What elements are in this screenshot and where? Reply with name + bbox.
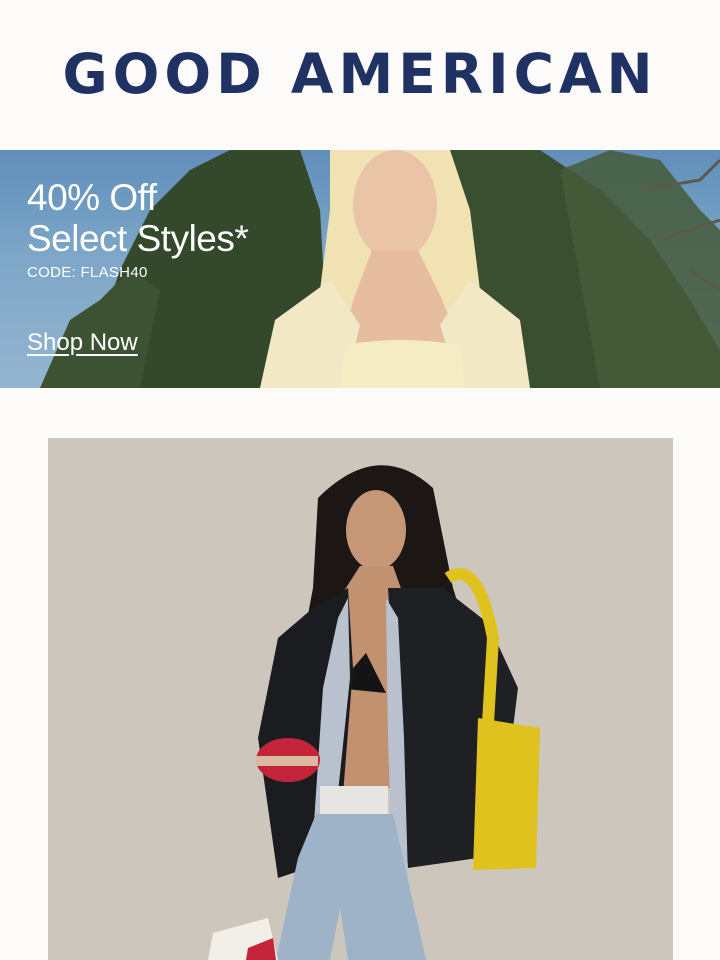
- model-outfit-image: [48, 438, 673, 960]
- email-header: GOOD AMERICAN: [0, 0, 720, 150]
- promo-banner[interactable]: 40% Off Select Styles* CODE: FLASH40 Sho…: [0, 150, 720, 388]
- product-photo[interactable]: [48, 438, 673, 960]
- promo-text-block: 40% Off Select Styles* CODE: FLASH40: [27, 177, 249, 281]
- brand-logo[interactable]: GOOD AMERICAN: [62, 42, 657, 106]
- promo-headline-line2: Select Styles*: [27, 218, 249, 259]
- section-spacer: [0, 388, 720, 438]
- shop-now-link[interactable]: Shop Now: [27, 329, 138, 357]
- promo-headline-line1: 40% Off: [27, 177, 157, 218]
- promo-code: CODE: FLASH40: [27, 264, 148, 281]
